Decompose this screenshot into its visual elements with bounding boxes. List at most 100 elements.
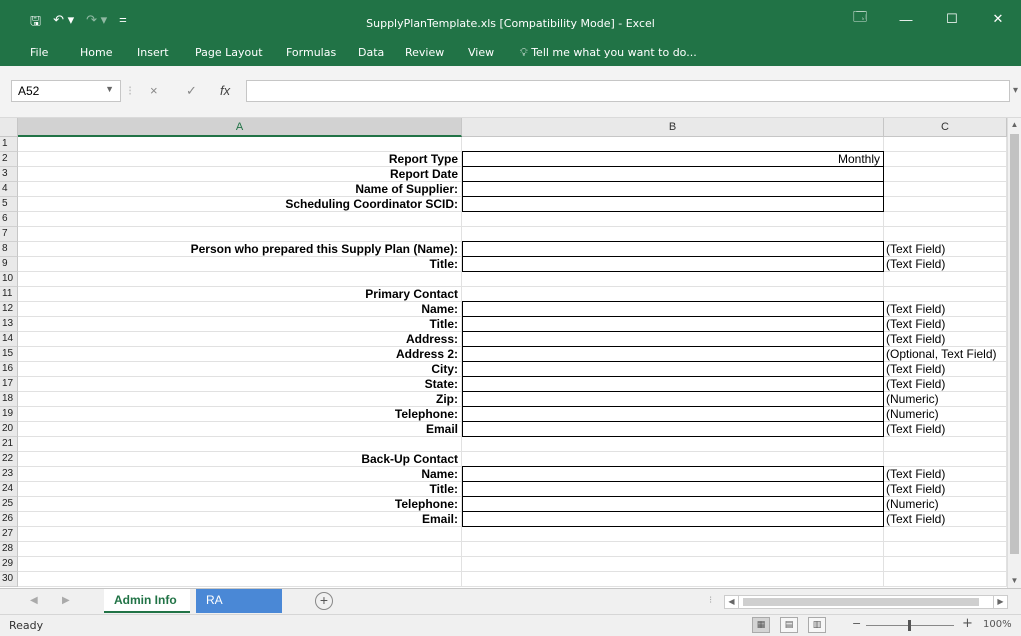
cell-a[interactable] [18, 527, 462, 542]
row-header[interactable]: 16 [0, 362, 18, 377]
cell-a[interactable]: Scheduling Coordinator SCID: [18, 197, 462, 212]
cell-a[interactable]: City: [18, 362, 462, 377]
row-header[interactable]: 12 [0, 302, 18, 317]
cell-c[interactable]: (Text Field) [884, 332, 1007, 347]
input-cell-b[interactable] [462, 376, 884, 392]
cell-c[interactable] [884, 212, 1007, 227]
sheet-tab-ra-capacity[interactable]: RA Capacity [196, 589, 282, 630]
cell-c[interactable] [884, 182, 1007, 197]
cell-c[interactable] [884, 557, 1007, 572]
splitter-dots-icon[interactable]: ⁝ [709, 595, 712, 606]
cell-a[interactable]: Primary Contact [18, 287, 462, 302]
sheet-tab-admin-info[interactable]: Admin Info [104, 589, 190, 613]
input-cell-b[interactable] [462, 331, 884, 347]
zoom-in-button[interactable]: + [962, 616, 973, 631]
cell-a[interactable]: Name: [18, 302, 462, 317]
row-header[interactable]: 22 [0, 452, 18, 467]
row-header[interactable]: 7 [0, 227, 18, 242]
cell-a[interactable]: Email: [18, 512, 462, 527]
cell-c[interactable]: (Numeric) [884, 392, 1007, 407]
input-cell-b[interactable]: Monthly [462, 151, 884, 167]
input-cell-b[interactable] [462, 241, 884, 257]
cell-a[interactable] [18, 212, 462, 227]
scroll-right-icon[interactable]: ▶ [993, 596, 1007, 608]
cell-c[interactable] [884, 272, 1007, 287]
cancel-icon[interactable]: × [150, 83, 158, 98]
cell-a[interactable]: Title: [18, 482, 462, 497]
cell-c[interactable] [884, 227, 1007, 242]
cell-b[interactable] [462, 542, 884, 557]
row-header[interactable]: 5 [0, 197, 18, 212]
row-header[interactable]: 2 [0, 152, 18, 167]
enter-icon[interactable]: ✓ [186, 83, 197, 99]
tab-review[interactable]: Review [405, 46, 444, 59]
input-cell-b[interactable] [462, 256, 884, 272]
input-cell-b[interactable] [462, 481, 884, 497]
cell-a[interactable] [18, 572, 462, 587]
cell-c[interactable]: (Text Field) [884, 302, 1007, 317]
cell-a[interactable] [18, 437, 462, 452]
cell-c[interactable] [884, 452, 1007, 467]
cell-c[interactable]: (Text Field) [884, 422, 1007, 437]
zoom-slider-thumb[interactable] [908, 620, 911, 631]
row-header[interactable]: 6 [0, 212, 18, 227]
row-header[interactable]: 11 [0, 287, 18, 302]
row-header[interactable]: 29 [0, 557, 18, 572]
cell-c[interactable]: (Numeric) [884, 407, 1007, 422]
input-cell-b[interactable] [462, 181, 884, 197]
chevron-down-icon[interactable]: ▼ [105, 84, 114, 94]
scroll-up-icon[interactable]: ▲ [1008, 118, 1021, 132]
column-header-b[interactable]: B [462, 118, 884, 137]
cell-c[interactable] [884, 572, 1007, 587]
row-header[interactable]: 30 [0, 572, 18, 587]
row-header[interactable]: 20 [0, 422, 18, 437]
tell-me-box[interactable]: 💡︎ Tell me what you want to do... [520, 46, 697, 60]
zoom-level[interactable]: 100% [983, 619, 1012, 630]
add-sheet-icon[interactable]: + [315, 592, 333, 610]
column-header-a[interactable]: A [18, 118, 462, 137]
tab-formulas[interactable]: Formulas [286, 46, 336, 59]
cell-c[interactable]: (Text Field) [884, 512, 1007, 527]
scroll-thumb[interactable] [1010, 134, 1019, 554]
input-cell-b[interactable] [462, 196, 884, 212]
cell-a[interactable]: Address: [18, 332, 462, 347]
cell-b[interactable] [462, 227, 884, 242]
input-cell-b[interactable] [462, 391, 884, 407]
cell-a[interactable]: Report Type [18, 152, 462, 167]
input-cell-b[interactable] [462, 346, 884, 362]
row-header[interactable]: 26 [0, 512, 18, 527]
cell-a[interactable] [18, 272, 462, 287]
row-header[interactable]: 25 [0, 497, 18, 512]
row-header[interactable]: 10 [0, 272, 18, 287]
cell-b[interactable] [462, 527, 884, 542]
row-header[interactable]: 21 [0, 437, 18, 452]
cell-c[interactable] [884, 527, 1007, 542]
cell-a[interactable] [18, 137, 462, 152]
cell-c[interactable] [884, 137, 1007, 152]
cell-c[interactable]: (Text Field) [884, 242, 1007, 257]
tab-insert[interactable]: Insert [137, 46, 169, 59]
cell-b[interactable] [462, 557, 884, 572]
cell-a[interactable]: Title: [18, 317, 462, 332]
page-layout-view-icon[interactable]: ▤ [780, 617, 798, 633]
cell-a[interactable]: Person who prepared this Supply Plan (Na… [18, 242, 462, 257]
tab-data[interactable]: Data [358, 46, 384, 59]
row-header[interactable]: 1 [0, 137, 18, 152]
cell-b[interactable] [462, 287, 884, 302]
column-header-c[interactable]: C [884, 118, 1007, 137]
cell-a[interactable]: Telephone: [18, 497, 462, 512]
scroll-left-icon[interactable]: ◀ [725, 596, 739, 608]
cell-a[interactable] [18, 557, 462, 572]
formula-input[interactable] [246, 80, 1010, 102]
cell-a[interactable]: Name of Supplier: [18, 182, 462, 197]
input-cell-b[interactable] [462, 421, 884, 437]
row-header[interactable]: 8 [0, 242, 18, 257]
input-cell-b[interactable] [462, 466, 884, 482]
scroll-down-icon[interactable]: ▼ [1008, 574, 1021, 588]
cell-c[interactable]: (Text Field) [884, 467, 1007, 482]
row-header[interactable]: 28 [0, 542, 18, 557]
row-header[interactable]: 14 [0, 332, 18, 347]
cell-a[interactable]: Email [18, 422, 462, 437]
cell-c[interactable]: (Text Field) [884, 377, 1007, 392]
insert-function-icon[interactable]: fx [220, 83, 230, 98]
